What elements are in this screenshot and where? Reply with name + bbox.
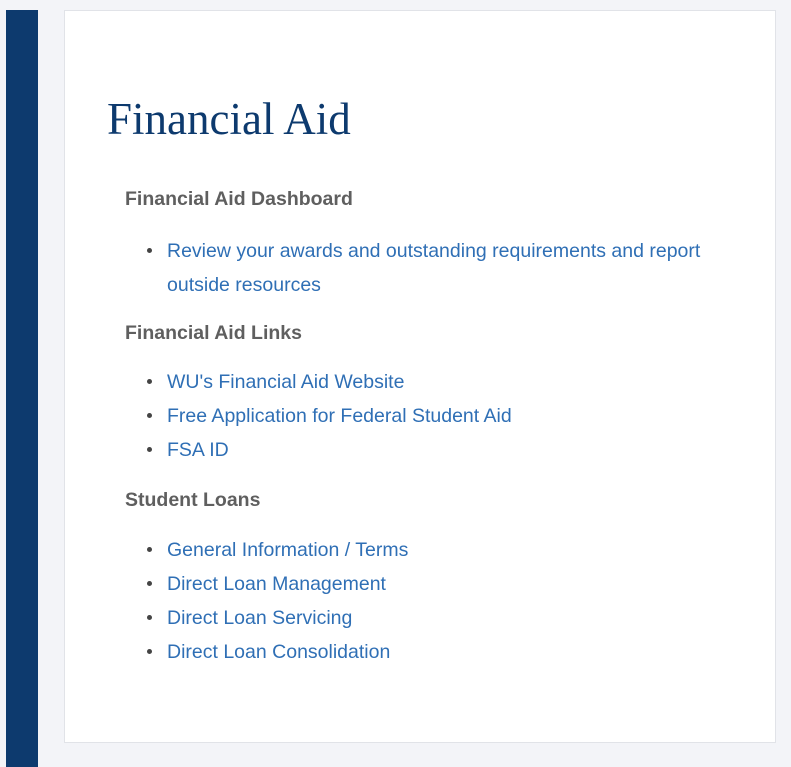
page: Financial Aid Financial Aid Dashboard Re… [0,0,791,767]
fafsa-link[interactable]: Free Application for Federal Student Aid [167,405,512,427]
list-item: WU's Financial Aid Website [125,365,745,399]
review-awards-link[interactable]: Review your awards and outstanding requi… [167,240,700,296]
list-item: Free Application for Federal Student Aid [125,399,745,433]
direct-loan-consolidation-link[interactable]: Direct Loan Consolidation [167,641,390,663]
section-heading-dashboard: Financial Aid Dashboard [125,188,353,210]
list-item: Direct Loan Consolidation [125,635,745,669]
page-title: Financial Aid [107,94,351,144]
list-item: Direct Loan Management [125,567,745,601]
bullet-icon [147,547,152,552]
direct-loan-servicing-link[interactable]: Direct Loan Servicing [167,607,352,629]
financial-aid-link-list: WU's Financial Aid Website Free Applicat… [125,365,745,467]
dashboard-link-list: Review your awards and outstanding requi… [125,234,745,302]
list-item: Direct Loan Servicing [125,601,745,635]
bullet-icon [147,615,152,620]
left-accent-bar [6,10,38,767]
section-heading-links: Financial Aid Links [125,322,302,344]
bullet-icon [147,581,152,586]
section-heading-student-loans: Student Loans [125,489,261,511]
bullet-icon [147,649,152,654]
bullet-icon [147,413,152,418]
fsa-id-link[interactable]: FSA ID [167,439,229,461]
direct-loan-management-link[interactable]: Direct Loan Management [167,573,386,595]
list-item: FSA ID [125,433,745,467]
section-student-loans: Student Loans General Information / Term… [125,485,745,669]
bullet-icon [147,447,152,452]
wu-financial-aid-website-link[interactable]: WU's Financial Aid Website [167,371,404,393]
bullet-icon [147,379,152,384]
student-loans-link-list: General Information / Terms Direct Loan … [125,533,745,669]
general-information-terms-link[interactable]: General Information / Terms [167,539,408,561]
list-item: Review your awards and outstanding requi… [125,234,745,302]
list-item: General Information / Terms [125,533,745,567]
bullet-icon [147,248,152,253]
section-financial-aid-links: Financial Aid Links WU's Financial Aid W… [125,318,745,467]
section-financial-aid-dashboard: Financial Aid Dashboard Review your awar… [125,184,745,302]
financial-aid-card: Financial Aid Financial Aid Dashboard Re… [64,10,776,743]
